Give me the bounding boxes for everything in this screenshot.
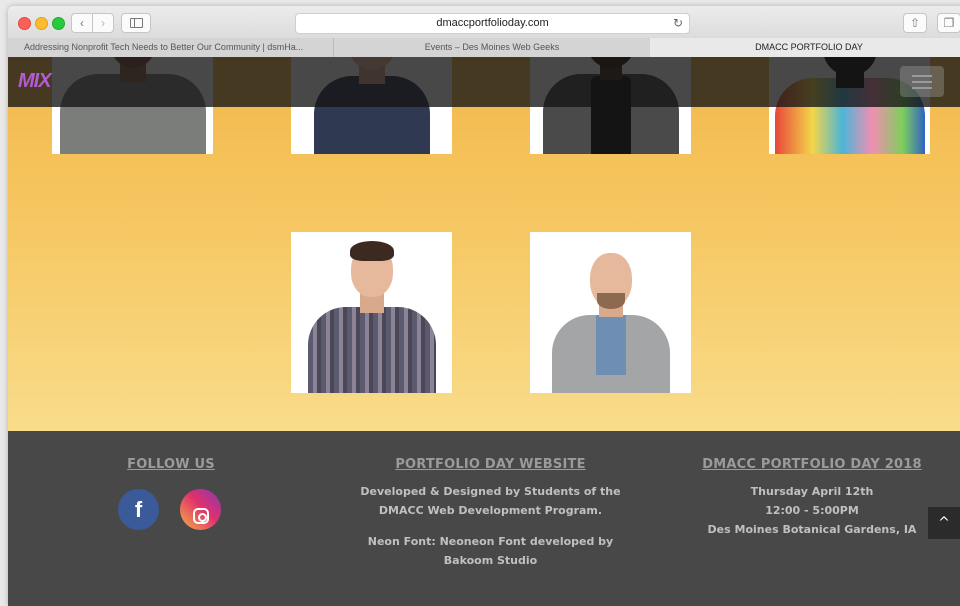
share-icon: ⇧ [909,16,921,30]
instagram-link[interactable] [180,489,221,530]
back-button[interactable]: ‹ [71,13,93,33]
chevron-left-icon: ‹ [80,16,84,30]
show-tabs-button[interactable]: ❐ [937,13,960,33]
event-time: 12:00 - 5:00PM [765,504,859,517]
tab-bar: Addressing Nonprofit Tech Needs to Bette… [8,38,960,58]
instagram-icon [192,508,209,524]
tab-dsmhack[interactable]: Addressing Nonprofit Tech Needs to Bette… [8,38,334,57]
font-credit-line: Neon Font: Neoneon Font developed by [367,535,614,548]
site-header: MIX [8,57,960,107]
forward-button[interactable]: › [92,13,114,33]
portfolio-website-column: PORTFOLIO DAY WEBSITE Developed & Design… [338,457,643,570]
website-title[interactable]: PORTFOLIO DAY WEBSITE [338,457,643,472]
event-info-column: DMACC PORTFOLIO DAY 2018 Thursday April … [700,457,924,539]
chevron-right-icon: › [101,16,105,30]
hamburger-menu-button[interactable] [900,66,944,97]
student-photo[interactable] [291,232,452,393]
chevron-up-icon: ^ [938,515,950,531]
tabs-overview-icon: ❐ [943,16,955,30]
site-logo[interactable]: MIX [18,70,52,93]
font-credit-line: Bakoom Studio [443,554,538,567]
tab-portfolio-day[interactable]: DMACC PORTFOLIO DAY [650,38,960,57]
event-date: Thursday April 12th [750,485,874,498]
browser-window: ‹ › dmaccportfolioday.com ↻ ⇧ ❐ Addressi… [8,6,960,606]
facebook-icon: f [134,497,143,522]
back-to-top-button[interactable]: ^ [928,507,960,539]
close-window-button[interactable] [18,17,31,30]
address-bar[interactable]: dmaccportfolioday.com ↻ [295,13,690,34]
reload-icon[interactable]: ↻ [673,14,683,33]
event-title[interactable]: DMACC PORTFOLIO DAY 2018 [700,457,924,472]
zoom-window-button[interactable] [52,17,65,30]
event-location: Des Moines Botanical Gardens, IA [707,523,917,536]
tab-web-geeks[interactable]: Events – Des Moines Web Geeks [334,38,651,57]
sidebar-icon [129,18,143,28]
facebook-link[interactable]: f [118,489,159,530]
sidebar-toggle-button[interactable] [121,13,151,33]
credits-line: DMACC Web Development Program. [378,504,603,517]
hamburger-icon [912,75,932,77]
students-section [8,57,960,431]
site-footer: FOLLOW US f PORTFOLIO DAY WEBSITE Develo… [8,431,960,606]
credits-line: Developed & Designed by Students of the [360,485,621,498]
minimize-window-button[interactable] [35,17,48,30]
student-figure [297,232,447,393]
student-photo[interactable] [530,232,691,393]
web-page: MIX FOLLOW US f PORTFOLIO DAY WEBSITE De… [8,57,960,606]
browser-toolbar: ‹ › dmaccportfolioday.com ↻ ⇧ ❐ [8,6,960,39]
student-figure [536,232,686,393]
share-button[interactable]: ⇧ [903,13,927,33]
follow-us-title: FOLLOW US [127,457,215,472]
follow-us-column: FOLLOW US [101,457,241,472]
address-url: dmaccportfolioday.com [436,17,549,29]
